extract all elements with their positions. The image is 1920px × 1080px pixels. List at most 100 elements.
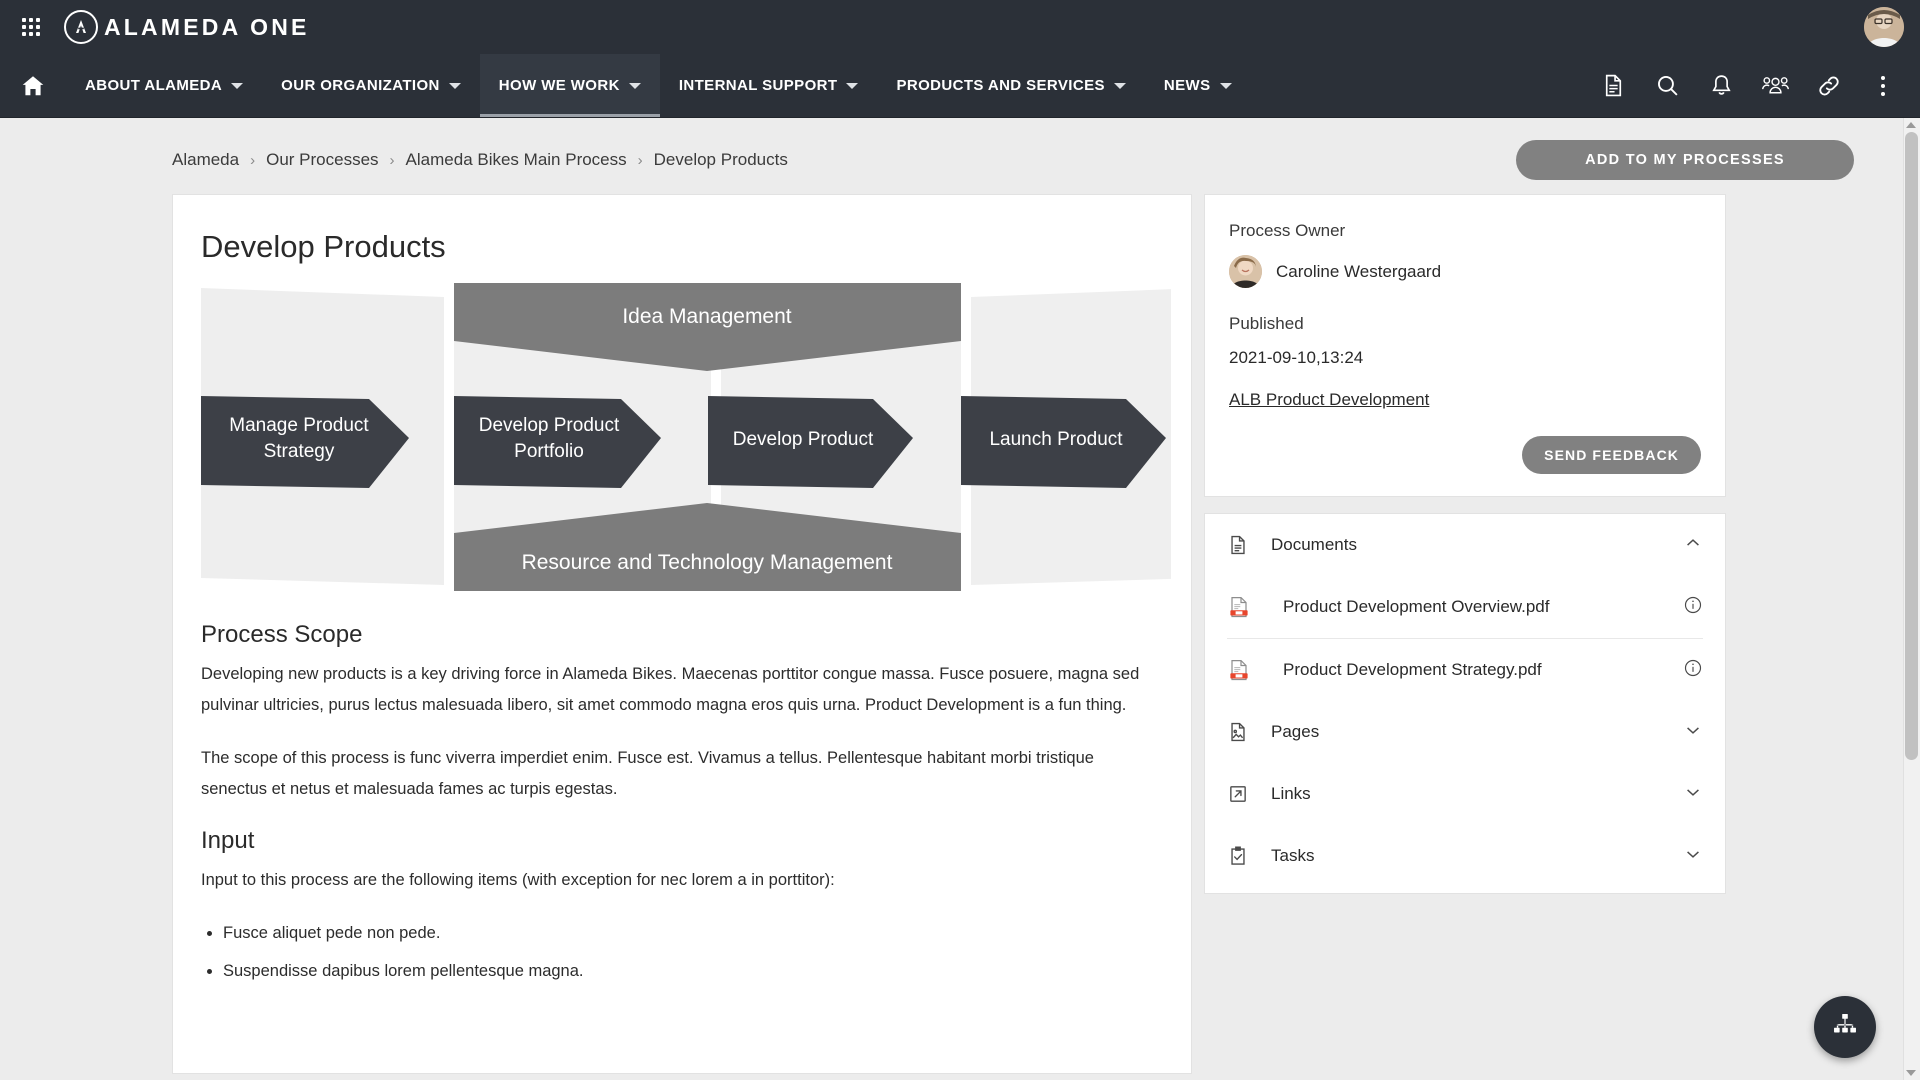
list-item: Suspendisse dapibus lorem pellentesque m… [223,952,1163,990]
accordion-label: Pages [1271,722,1320,741]
nav-label: NEWS [1163,77,1211,94]
brand-bar: ALAMEDA ONE [0,0,1920,54]
apps-grid-icon[interactable] [14,10,48,44]
nav-label: HOW WE WORK [498,77,620,94]
accordion-pages[interactable]: Pages [1205,701,1725,763]
diagram-stage-2-line2: Portfolio [514,441,584,462]
accordion-label: Documents [1271,535,1357,554]
chevron-down-icon [1113,82,1126,89]
document-row[interactable]: Product Development Overview.pdf [1205,576,1725,638]
nav-label: PRODUCTS AND SERVICES [896,77,1105,94]
diagram-stage-1-line1: Manage Product [229,415,369,436]
page-image-icon [1227,721,1257,743]
breadcrumb-item-alameda-bikes-main-process[interactable]: Alameda Bikes Main Process [406,150,627,170]
breadcrumb-item-alameda[interactable]: Alameda [172,150,239,170]
accordion-links[interactable]: Links [1205,763,1725,825]
content-columns: Develop Products Idea Management Resourc… [0,194,1920,1074]
resources-panel: Documents Product Development Overview.p… [1204,513,1726,894]
nav-item-products-and-services[interactable]: PRODUCTS AND SERVICES [877,54,1144,117]
diagram-stage-2-line1: Develop Product [479,415,620,436]
diagram-band-top-label: Idea Management [622,305,791,328]
avatar [1229,255,1262,288]
info-icon[interactable] [1683,658,1703,683]
send-feedback-button[interactable]: SEND FEEDBACK [1522,436,1701,474]
accordion-documents[interactable]: Documents [1205,514,1725,576]
document-icon[interactable] [1586,54,1640,118]
process-owner-name: Caroline Westergaard [1276,261,1442,281]
scrollbar-thumb[interactable] [1905,132,1918,760]
link-icon[interactable] [1802,54,1856,118]
breadcrumb-bar: Alameda › Our Processes › Alameda Bikes … [0,118,1920,194]
brand-logo[interactable]: ALAMEDA ONE [64,10,310,44]
breadcrumb-item-develop-products[interactable]: Develop Products [654,150,788,170]
section-paragraph: The scope of this process is func viverr… [201,749,1094,798]
chevron-up-icon [1683,533,1703,558]
nav-label: OUR ORGANIZATION [281,77,440,94]
feedback-row: SEND FEEDBACK [1229,436,1701,474]
chevron-down-icon [1683,782,1703,807]
document-name: Product Development Overview.pdf [1283,597,1550,616]
nav-label: ABOUT ALAMEDA [85,77,223,94]
external-link-icon [1227,783,1257,805]
pdf-file-icon [1227,658,1257,682]
scroll-up-arrow-icon[interactable] [1906,122,1916,128]
people-icon[interactable] [1748,54,1802,118]
document-name: Product Development Strategy.pdf [1283,660,1542,679]
list-item: Fusce aliquet pede non pede. [223,914,1163,952]
diagram-stage-3-label: Develop Product [733,429,874,450]
nav-item-how-we-work[interactable]: HOW WE WORK [479,54,660,117]
nav-item-our-organization[interactable]: OUR ORGANIZATION [262,54,480,117]
scroll-down-arrow-icon[interactable] [1906,1070,1916,1076]
accordion-label: Tasks [1271,846,1315,865]
document-lines-icon [1227,534,1257,556]
chevron-down-icon [846,82,859,89]
published-label: Published [1229,314,1304,333]
diagram-stage-4-label: Launch Product [989,429,1123,450]
chevron-down-icon [1683,720,1703,745]
info-icon[interactable] [1683,595,1703,620]
page-body: Alameda › Our Processes › Alameda Bikes … [0,118,1920,1080]
accordion-tasks[interactable]: Tasks [1205,825,1725,887]
chevron-down-icon [628,82,641,89]
nav-icon-group [1586,54,1920,117]
section-paragraph: Input to this process are the following … [201,871,835,889]
process-detail-card: Develop Products Idea Management Resourc… [172,194,1192,1074]
search-icon[interactable] [1640,54,1694,118]
home-icon[interactable] [0,54,66,117]
alameda-circle-logo-icon [64,10,98,44]
sidebar: Process Owner Caroline Westergaard Publi… [1204,194,1726,894]
page-title: Develop Products [201,229,446,264]
chevron-down-icon [1219,82,1232,89]
nav-item-internal-support[interactable]: INTERNAL SUPPORT [660,54,878,117]
nav-item-news[interactable]: NEWS [1145,54,1251,117]
kebab-menu-icon[interactable] [1856,54,1910,118]
process-owner-panel: Process Owner Caroline Westergaard Publi… [1204,194,1726,497]
diagram-band-bottom-label: Resource and Technology Management [522,551,893,574]
nav-label: INTERNAL SUPPORT [678,77,838,94]
breadcrumb-separator: › [637,151,643,169]
document-row[interactable]: Product Development Strategy.pdf [1205,639,1725,701]
add-to-my-processes-button[interactable]: ADD TO MY PROCESSES [1516,140,1854,180]
breadcrumb: Alameda › Our Processes › Alameda Bikes … [172,150,788,170]
process-owner-label: Process Owner [1229,221,1346,240]
breadcrumb-separator: › [389,151,395,169]
process-diagram: Idea Management Resource and Technology … [201,283,1171,593]
nav-item-about-alameda[interactable]: ABOUT ALAMEDA [66,54,262,117]
brand-name: ALAMEDA ONE [104,13,310,40]
vertical-scrollbar[interactable] [1903,118,1920,1080]
published-value: 2021-09-10,13:24 [1229,348,1364,367]
related-process-link[interactable]: ALB Product Development [1229,390,1429,410]
process-owner-row[interactable]: Caroline Westergaard [1229,255,1701,288]
pdf-file-icon [1227,595,1257,619]
avatar[interactable] [1864,7,1904,47]
org-chart-icon [1831,1011,1859,1044]
chevron-down-icon [1683,844,1703,869]
section-heading-process-scope: Process Scope [201,621,363,648]
breadcrumb-item-our-processes[interactable]: Our Processes [266,150,378,170]
diagram-stage-1-line2: Strategy [264,441,335,462]
section-paragraph: Developing new products is a key driving… [201,665,1140,714]
accordion-label: Links [1271,784,1311,803]
section-heading-input: Input [201,827,255,854]
bell-icon[interactable] [1694,54,1748,118]
org-chart-fab-button[interactable] [1814,996,1876,1058]
